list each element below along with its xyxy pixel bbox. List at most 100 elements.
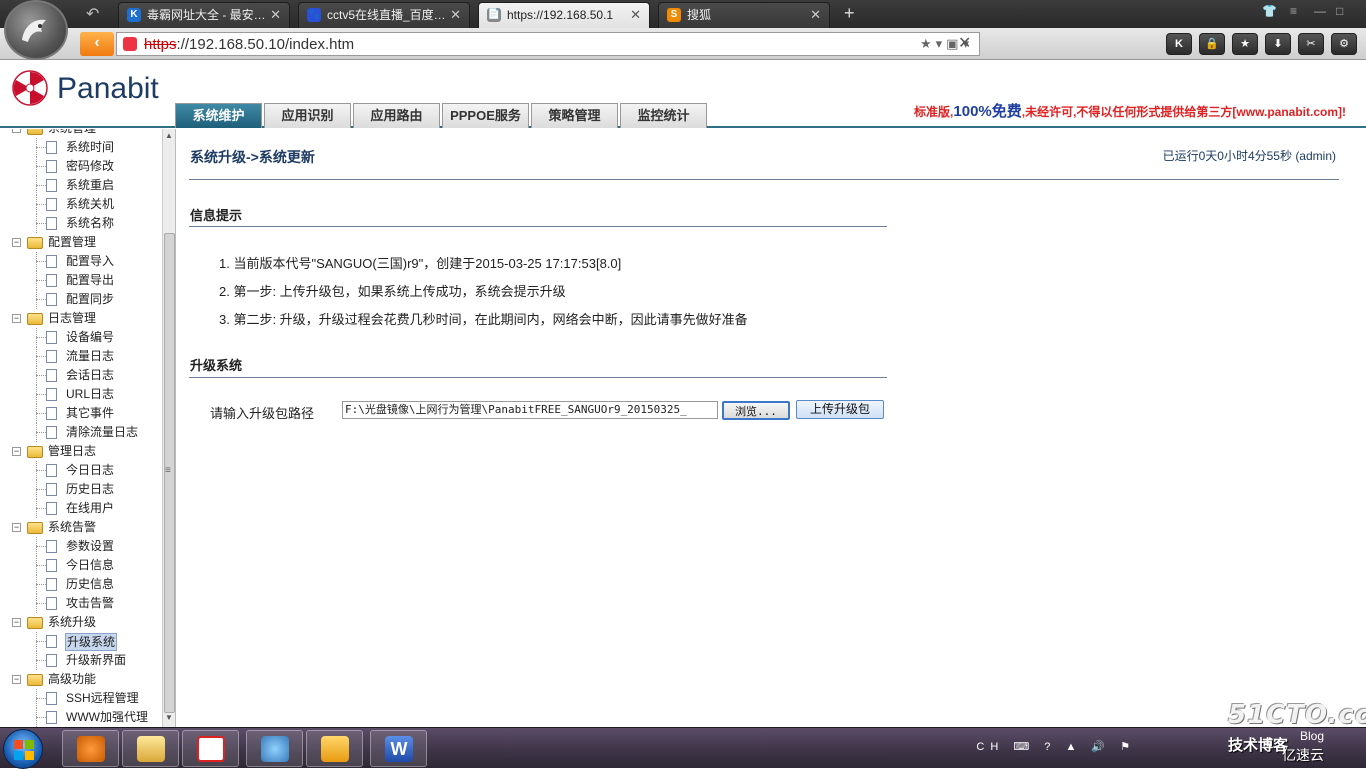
document-icon — [46, 540, 57, 553]
tree-item[interactable]: 历史日志 — [0, 480, 162, 499]
taskbar-network[interactable] — [246, 730, 303, 767]
upload-upgrade-button[interactable]: 上传升级包 — [796, 400, 884, 419]
browser-tab-bar: ↶ K 毒霸网址大全 - 最安… ✕ 🐾 cctv5在线直播_百度… ✕ 📄 https://… — [0, 0, 1366, 28]
tree-branch — [36, 660, 46, 661]
maximize-icon[interactable]: □ — [1336, 4, 1343, 18]
tab-close-icon[interactable]: ✕ — [630, 3, 641, 27]
stop-icon[interactable]: ✕ — [958, 33, 971, 53]
tree-item[interactable]: 系统时间 — [0, 138, 162, 157]
tree-item[interactable]: 清除流量日志 — [0, 423, 162, 442]
download-button[interactable]: ⬇ — [1265, 33, 1291, 55]
minimize-icon[interactable]: — — [1314, 4, 1326, 18]
browser-tab-3[interactable]: 📄 https://192.168.50.1 ✕ — [478, 2, 650, 28]
nav-tab-3[interactable]: 应用路由 — [353, 103, 440, 128]
tree-item-label: 系统重启 — [66, 178, 115, 192]
tree-item[interactable]: 升级系统 — [0, 632, 162, 651]
upgrade-file-path-input[interactable]: F:\光盘镜像\上网行为管理\PanabitFREE_SANGUOr9_2015… — [342, 401, 718, 419]
taskbar-word[interactable]: W — [370, 730, 427, 767]
info-line-3: 3. 第二步: 升级，升级过程会花费几秒时间，在此期间内，网络会中断，因此请事先… — [219, 312, 748, 327]
tree-item[interactable]: 配置同步 — [0, 290, 162, 309]
tree-item[interactable]: 今日日志 — [0, 461, 162, 480]
taskbar-liebao-browser[interactable] — [62, 730, 119, 767]
tree-item[interactable]: 历史信息 — [0, 575, 162, 594]
tab-close-icon[interactable]: ✕ — [450, 3, 461, 27]
tree-group[interactable]: − 高级功能 — [0, 670, 162, 689]
settings-button[interactable]: ⚙ — [1331, 33, 1357, 55]
tree-branch — [36, 166, 46, 167]
nav-tab-2[interactable]: 应用识别 — [264, 103, 351, 128]
tree-item[interactable]: 配置导入 — [0, 252, 162, 271]
scroll-up-icon[interactable]: ▲ — [165, 131, 173, 140]
tree-item[interactable]: 升级新界面 — [0, 651, 162, 670]
nav-tab-1[interactable]: 系统维护 — [175, 103, 262, 128]
tree-group[interactable]: − 日志管理 — [0, 309, 162, 328]
kingsoft-button[interactable]: K — [1166, 33, 1192, 55]
lock-button[interactable]: 🔒 — [1199, 33, 1225, 55]
url-input[interactable]: https://192.168.50.10/index.htm ★▾▣▾ — [116, 32, 980, 56]
tree-group[interactable]: − 管理日志 — [0, 442, 162, 461]
info-line-1: 1. 当前版本代号"SANGUO(三国)r9"，创建于2015-03-25 17… — [219, 256, 622, 271]
tree-item[interactable]: 其它事件 — [0, 404, 162, 423]
tree-item[interactable]: 系统名称 — [0, 214, 162, 233]
tree-branch — [36, 698, 46, 699]
sidebar-scrollbar[interactable]: ▲ ≡ ▼ — [162, 129, 175, 727]
tree-item[interactable]: SSH远程管理 — [0, 689, 162, 708]
document-icon — [46, 635, 57, 648]
taskbar-vmware[interactable] — [306, 730, 363, 767]
tab-close-icon[interactable]: ✕ — [270, 3, 281, 27]
tree-item[interactable]: 系统重启 — [0, 176, 162, 195]
windows-start-button[interactable] — [3, 729, 43, 769]
tree-branch — [36, 204, 46, 205]
tree-item[interactable]: 流量日志 — [0, 347, 162, 366]
watermark-tech-blog: 技术博客 — [1228, 737, 1289, 754]
collapse-icon[interactable]: − — [12, 129, 21, 133]
collapse-icon[interactable]: − — [12, 447, 21, 456]
tree-item[interactable]: 密码修改 — [0, 157, 162, 176]
tree-group[interactable]: − 系统升级 — [0, 613, 162, 632]
collapse-icon[interactable]: − — [12, 618, 21, 627]
browser-tab-2[interactable]: 🐾 cctv5在线直播_百度… ✕ — [298, 2, 470, 28]
system-tray[interactable]: CH ⌨ ? ▲ 🔊 ⚑ — [976, 740, 1136, 753]
taskbar-explorer[interactable] — [122, 730, 179, 767]
browser-logo-icon[interactable] — [4, 0, 68, 60]
tree-item[interactable]: WWW加强代理 — [0, 708, 162, 727]
collapse-icon[interactable]: − — [12, 523, 21, 532]
browser-tab-4[interactable]: S 搜狐 ✕ — [658, 2, 830, 28]
scroll-down-icon[interactable]: ▼ — [165, 713, 173, 722]
tree-item[interactable]: 系统关机 — [0, 195, 162, 214]
tree-item[interactable]: 攻击告警 — [0, 594, 162, 613]
shirt-icon[interactable]: 👕 — [1262, 4, 1277, 18]
tree-item-label: SSH远程管理 — [66, 691, 139, 705]
tree-item[interactable]: 会话日志 — [0, 366, 162, 385]
tree-item[interactable]: 今日信息 — [0, 556, 162, 575]
tree-item[interactable]: 在线用户 — [0, 499, 162, 518]
tools-button[interactable]: ✂ — [1298, 33, 1324, 55]
tree-item[interactable]: 设备编号 — [0, 328, 162, 347]
back-button[interactable]: ‹ — [80, 32, 114, 56]
new-tab-button[interactable]: + — [844, 3, 855, 24]
favorites-button[interactable]: ★ — [1232, 33, 1258, 55]
tree-group[interactable]: − 系统管理 — [0, 129, 162, 138]
info-section-title: 信息提示 — [190, 208, 243, 223]
tree-item[interactable]: 配置导出 — [0, 271, 162, 290]
taskbar-huawei[interactable] — [182, 730, 239, 767]
liebao-icon — [77, 736, 105, 762]
nav-tab-6[interactable]: 监控统计 — [620, 103, 707, 128]
back-arrow-icon[interactable]: ↶ — [86, 4, 99, 24]
tree-group[interactable]: − 配置管理 — [0, 233, 162, 252]
nav-tab-4[interactable]: PPPOE服务 — [442, 103, 529, 128]
document-icon — [46, 407, 57, 420]
document-icon — [46, 255, 57, 268]
browser-tab-1[interactable]: K 毒霸网址大全 - 最安… ✕ — [118, 2, 290, 28]
menu-icon[interactable]: ≡ — [1290, 4, 1297, 18]
tab-close-icon[interactable]: ✕ — [810, 3, 821, 27]
collapse-icon[interactable]: − — [12, 675, 21, 684]
browse-button[interactable]: 浏览... — [722, 401, 790, 420]
nav-tab-5[interactable]: 策略管理 — [531, 103, 618, 128]
tree-item[interactable]: 参数设置 — [0, 537, 162, 556]
collapse-icon[interactable]: − — [12, 314, 21, 323]
folder-icon — [27, 617, 43, 629]
tree-group[interactable]: − 系统告警 — [0, 518, 162, 537]
collapse-icon[interactable]: − — [12, 238, 21, 247]
tree-item[interactable]: URL日志 — [0, 385, 162, 404]
